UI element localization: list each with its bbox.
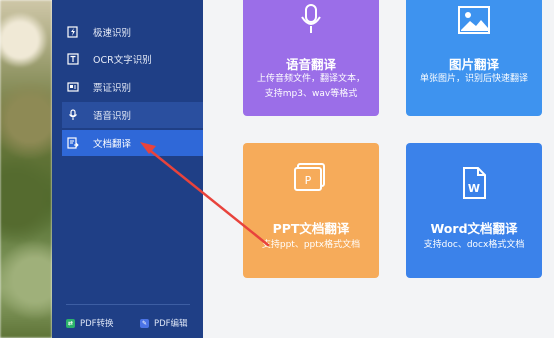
annotation-arrow	[140, 142, 270, 247]
